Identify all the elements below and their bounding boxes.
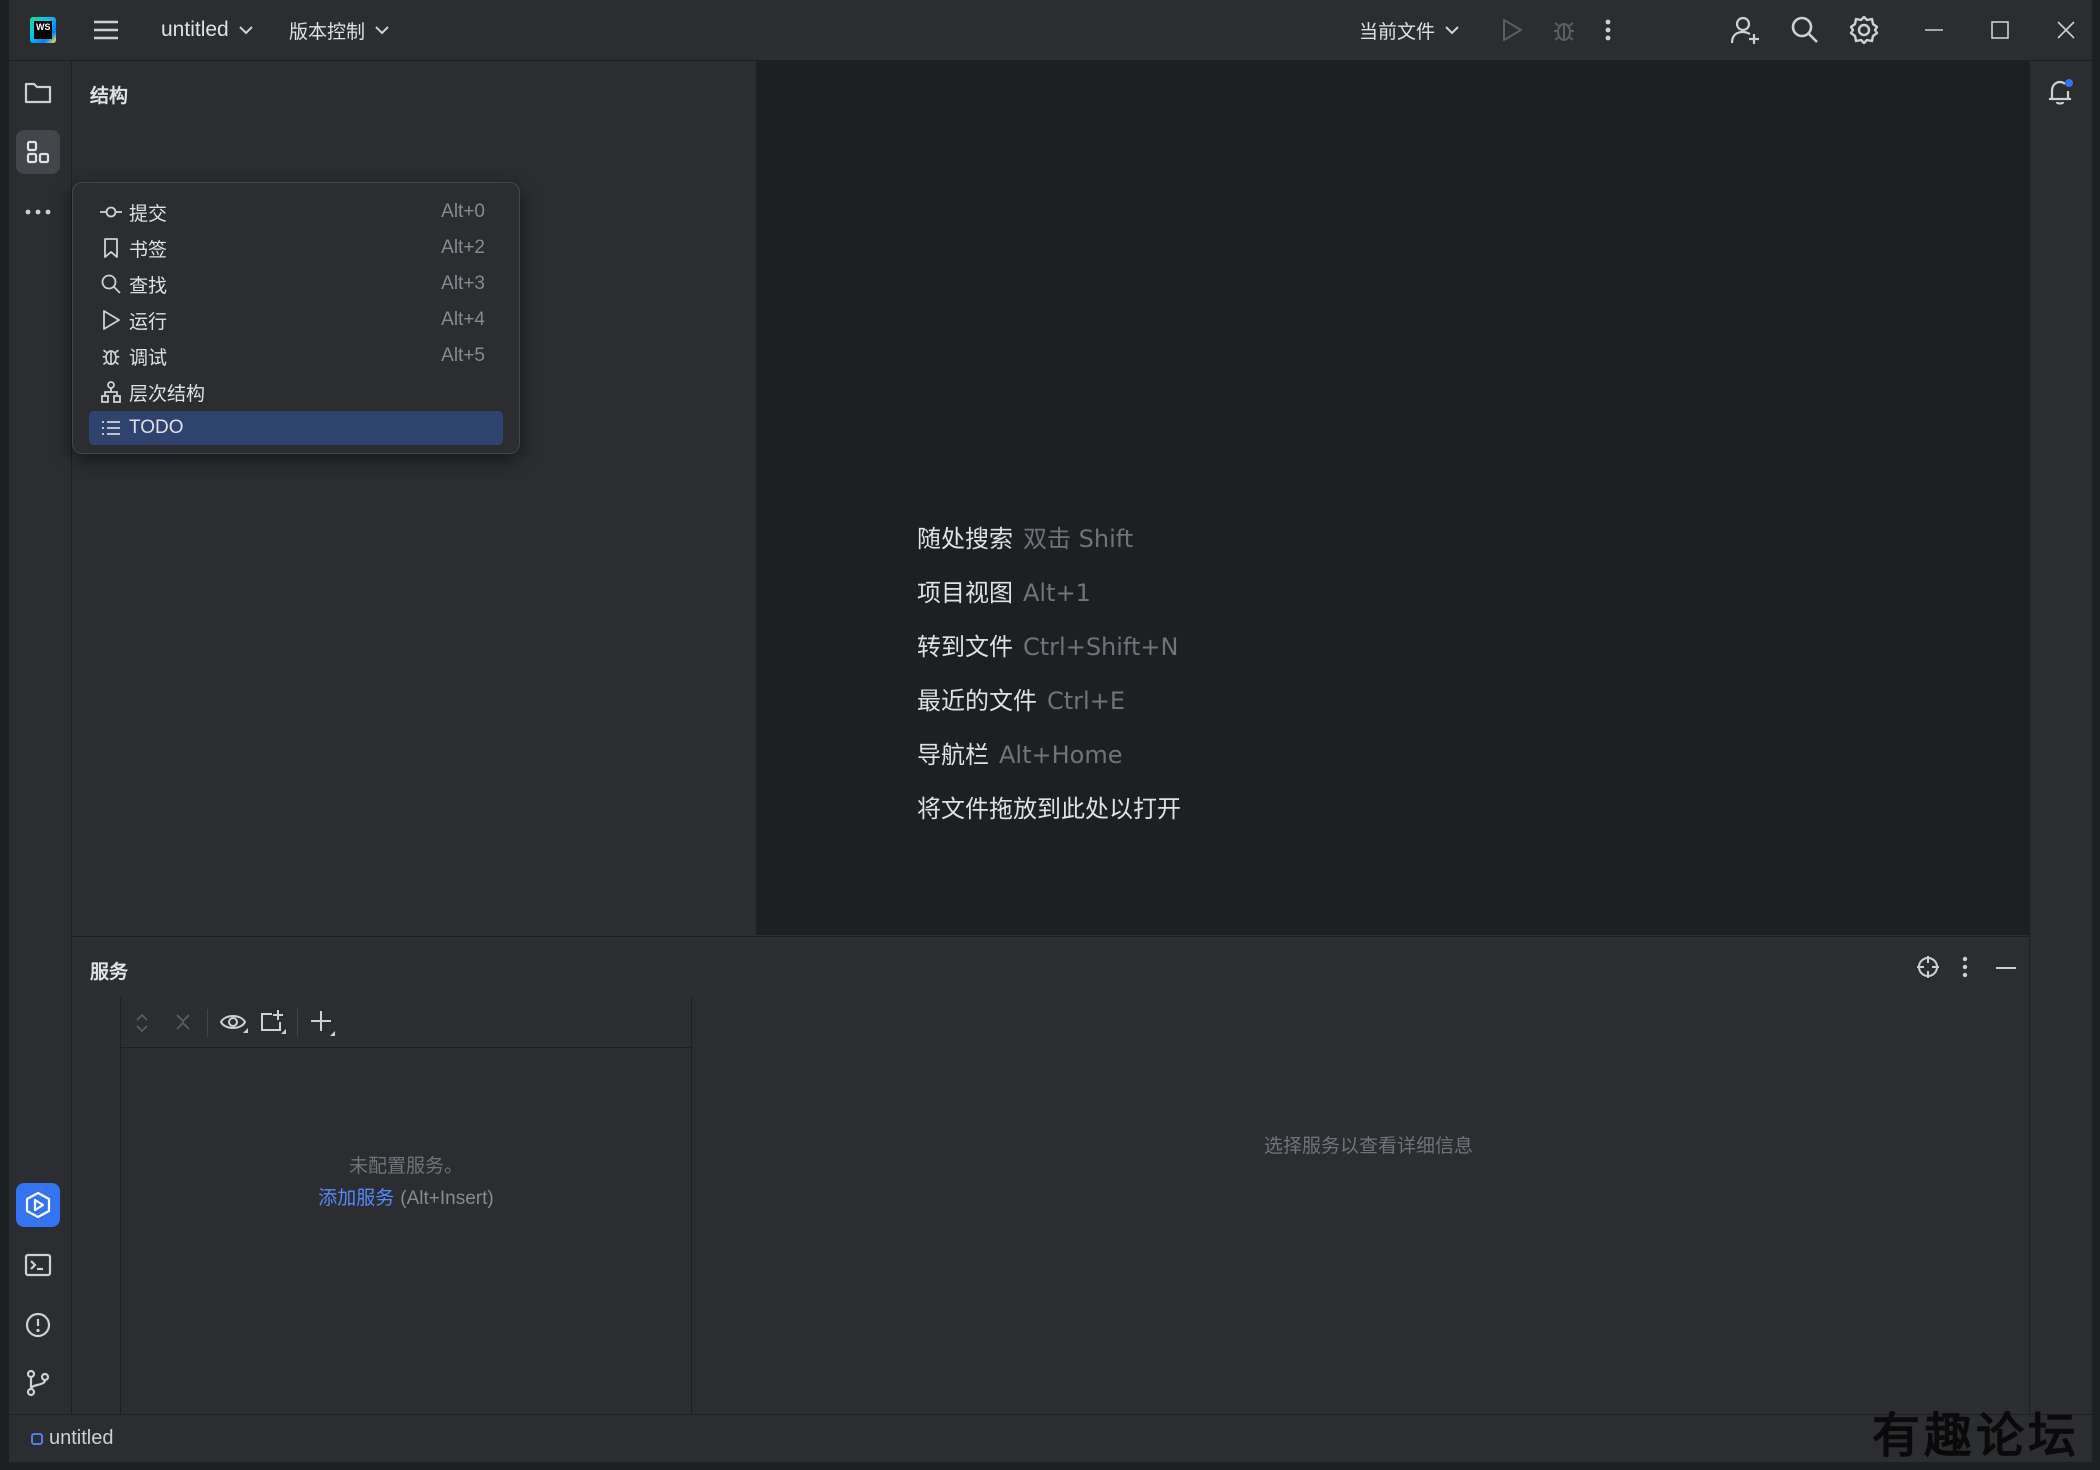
popup-item-bookmarks[interactable]: 书签 Alt+2: [89, 231, 503, 265]
hint-drop-files: 将文件拖放到此处以打开: [917, 795, 1181, 823]
services-toolbar: [121, 997, 691, 1048]
add-user-icon[interactable]: [1731, 0, 1761, 60]
services-tree-area: 未配置服务。 添加服务 (Alt+Insert): [120, 997, 692, 1415]
hint-search-everywhere: 随处搜索 双击 Shift: [917, 525, 1134, 553]
services-icon: [24, 1191, 52, 1219]
more-actions-icon[interactable]: [1605, 0, 1611, 60]
commit-icon: [99, 206, 123, 218]
services-title: 服务: [90, 961, 129, 983]
locate-icon[interactable]: [1916, 955, 1940, 979]
toolbar-separator: [207, 1009, 208, 1037]
problems-tool-button[interactable]: [16, 1303, 60, 1347]
more-horizontal-icon: [25, 209, 51, 215]
hint-recent-files: 最近的文件 Ctrl+E: [917, 687, 1125, 715]
services-add-row: 添加服务 (Alt+Insert): [121, 1183, 691, 1210]
title-bar: WS untitled 版本控制 当前文件: [9, 0, 2092, 61]
status-project-widget[interactable]: untitled: [31, 1427, 114, 1450]
search-icon[interactable]: [1791, 0, 1819, 60]
popup-item-debug[interactable]: 调试 Alt+5: [89, 339, 503, 373]
popup-item-find[interactable]: 查找 Alt+3: [89, 267, 503, 301]
chevron-down-icon: [1445, 25, 1459, 35]
add-service-icon[interactable]: [309, 1009, 337, 1037]
new-group-icon[interactable]: [259, 1009, 287, 1035]
hide-panel-icon[interactable]: [1996, 966, 2016, 970]
eye-icon[interactable]: [219, 1011, 249, 1035]
git-branch-icon: [25, 1369, 51, 1397]
toolbar-separator: [297, 1009, 298, 1037]
chevron-down-icon: [239, 25, 253, 35]
notifications-button[interactable]: [2039, 70, 2083, 114]
project-square-icon: [31, 1432, 43, 1445]
status-project-name: untitled: [49, 1427, 114, 1449]
debug-icon: [99, 345, 123, 367]
structure-title: 结构: [90, 85, 129, 107]
watermark: 有趣论坛: [1871, 1408, 2080, 1464]
service-detail-placeholder: 选择服务以查看详细信息: [1264, 1135, 1474, 1157]
webstorm-logo-icon[interactable]: WS: [30, 17, 56, 43]
structure-icon: [25, 139, 51, 165]
run-config-selector[interactable]: 当前文件: [1359, 0, 1459, 60]
bookmark-icon: [99, 238, 123, 258]
expand-collapse-icon[interactable]: [135, 1013, 149, 1033]
git-tool-button[interactable]: [16, 1361, 60, 1405]
vcs-selector[interactable]: 版本控制: [289, 0, 389, 60]
popup-item-run[interactable]: 运行 Alt+4: [89, 303, 503, 337]
more-options-icon[interactable]: [1962, 956, 1968, 978]
warning-circle-icon: [24, 1311, 52, 1339]
project-name: untitled: [161, 18, 229, 41]
terminal-tool-button[interactable]: [16, 1243, 60, 1287]
settings-gear-icon[interactable]: [1849, 0, 1879, 60]
hint-goto-file: 转到文件 Ctrl+Shift+N: [917, 633, 1179, 661]
bell-icon: [2046, 77, 2076, 107]
services-tool-button[interactable]: [16, 1183, 60, 1227]
right-tool-strip: [2029, 61, 2092, 1414]
run-icon: [99, 310, 123, 330]
services-empty-text: 未配置服务。: [348, 1155, 463, 1177]
collapse-all-icon[interactable]: [175, 1013, 191, 1031]
chevron-down-icon: [375, 25, 389, 35]
editor-empty-area[interactable]: 随处搜索 双击 Shift 项目视图 Alt+1 转到文件 Ctrl+Shift+N …: [757, 61, 2029, 935]
add-service-shortcut: (Alt+Insert): [400, 1188, 494, 1209]
hierarchy-icon: [99, 381, 123, 403]
search-icon: [99, 274, 123, 294]
left-tool-strip: [9, 61, 72, 1414]
services-panel: 服务 未配置服务。 添加服务 (Alt+Insert) 选择服务以查看详细信息: [72, 936, 2029, 1415]
terminal-icon: [24, 1253, 52, 1277]
maximize-icon[interactable]: [1991, 0, 2009, 60]
more-tool-windows-button[interactable]: [16, 190, 60, 234]
add-service-link[interactable]: 添加服务: [318, 1187, 394, 1209]
popup-item-commit[interactable]: 提交 Alt+0: [89, 195, 503, 229]
run-config-label: 当前文件: [1359, 20, 1436, 43]
close-icon[interactable]: [2057, 0, 2075, 60]
project-tool-button[interactable]: [16, 70, 60, 114]
ide-window: WS untitled 版本控制 当前文件 结构 随处搜索 双击 Shift 项…: [9, 0, 2092, 1462]
tool-windows-popup: 提交 Alt+0 书签 Alt+2 查找 Alt+3 运行 Alt+4 调试 A…: [72, 182, 520, 454]
debug-icon[interactable]: [1552, 0, 1576, 60]
hint-navigation-bar: 导航栏 Alt+Home: [917, 741, 1123, 769]
folder-icon: [24, 80, 52, 104]
vcs-label: 版本控制: [289, 20, 366, 43]
structure-tool-button[interactable]: [16, 130, 60, 174]
run-icon[interactable]: [1501, 0, 1523, 60]
list-icon: [99, 420, 123, 436]
popup-item-todo[interactable]: TODO: [89, 411, 503, 445]
main-menu-icon[interactable]: [93, 0, 119, 60]
minimize-icon[interactable]: [1925, 0, 1943, 60]
status-bar: untitled: [9, 1414, 2092, 1462]
popup-item-hierarchy[interactable]: 层次结构: [89, 375, 503, 409]
project-selector[interactable]: untitled: [161, 0, 253, 60]
hint-project-view: 项目视图 Alt+1: [917, 579, 1091, 607]
